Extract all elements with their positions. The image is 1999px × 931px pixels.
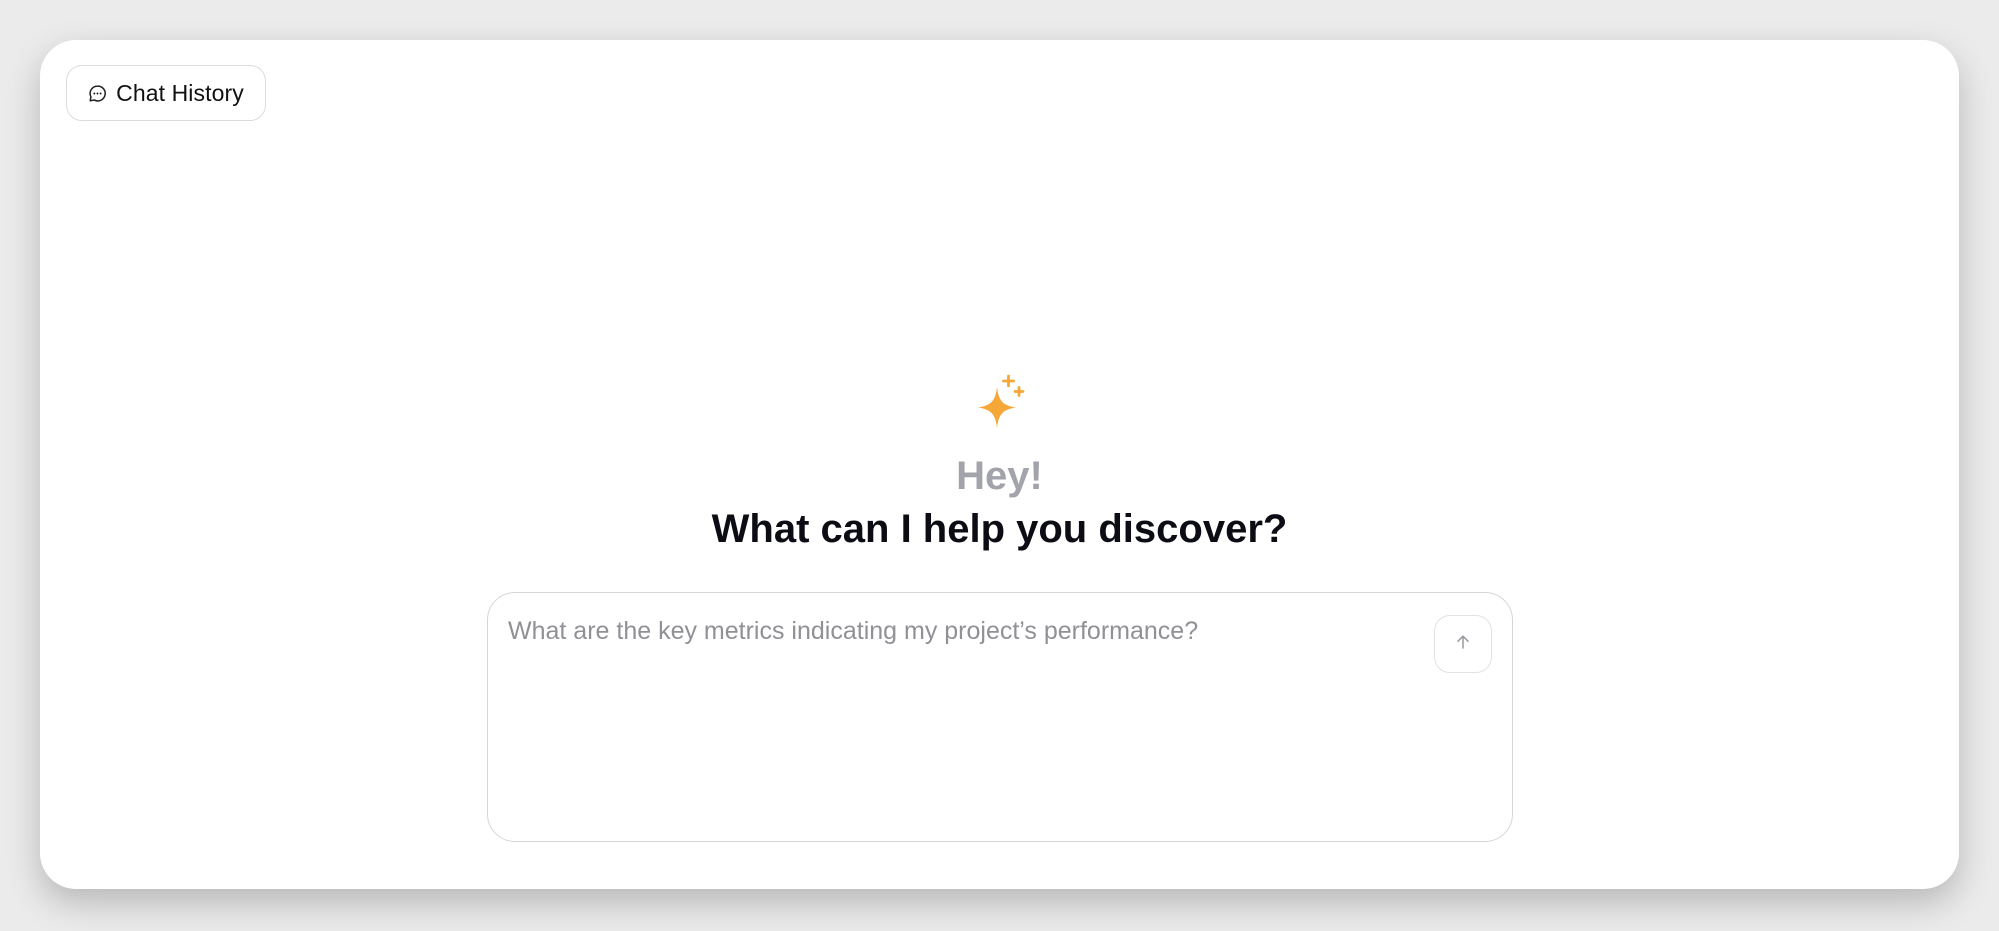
message-composer <box>487 592 1513 842</box>
chat-panel: Chat History Hey! What can I help you di… <box>40 40 1959 889</box>
send-button[interactable] <box>1434 615 1492 673</box>
greeting-text: Hey! <box>956 454 1043 498</box>
arrow-up-icon <box>1454 633 1472 656</box>
page-title: What can I help you discover? <box>711 507 1288 551</box>
chat-history-button[interactable]: Chat History <box>66 65 266 121</box>
sparkle-icon <box>970 373 1036 439</box>
chat-bubble-icon <box>88 84 107 103</box>
chat-history-label: Chat History <box>116 79 244 106</box>
message-input[interactable] <box>508 615 1428 815</box>
